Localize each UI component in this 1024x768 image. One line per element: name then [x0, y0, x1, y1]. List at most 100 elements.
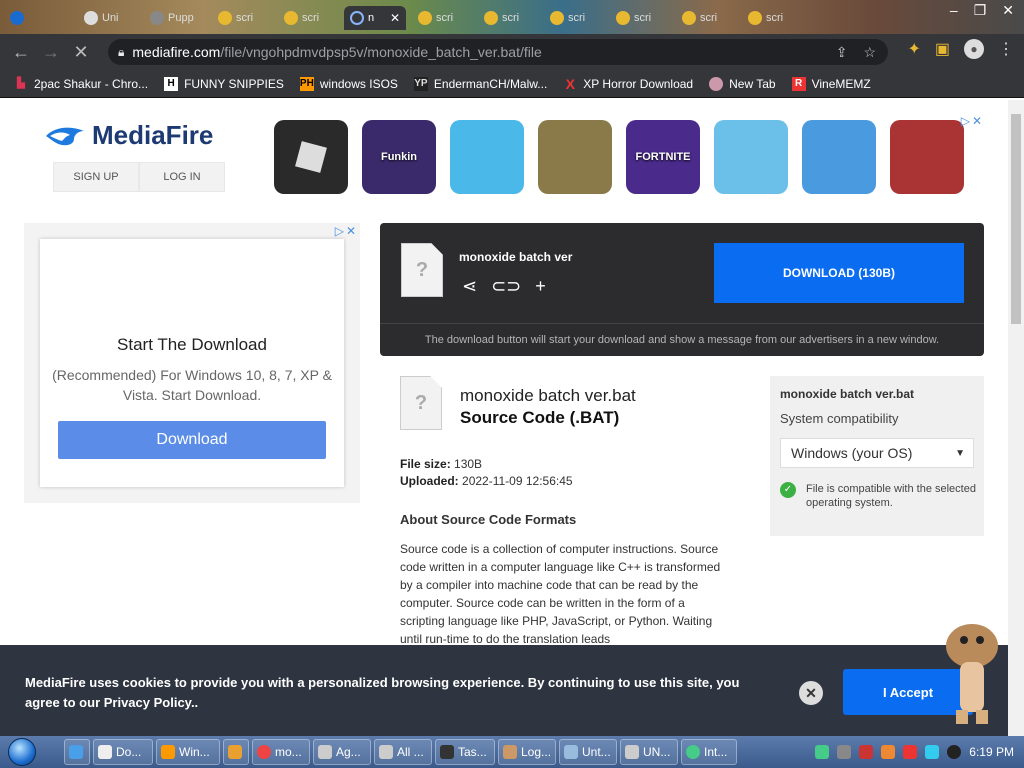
browser-tab[interactable] [4, 6, 44, 30]
bookmark-item[interactable]: New Tab [709, 76, 776, 91]
menu-kebab-icon[interactable]: ⋮ [998, 39, 1014, 59]
close-window-icon[interactable]: ✕ [1002, 2, 1014, 19]
tray-icon[interactable] [859, 745, 874, 759]
stop-button[interactable]: ✕ [66, 37, 96, 67]
ad-tile-subway[interactable] [802, 120, 876, 194]
browser-tab[interactable]: scri [544, 6, 606, 30]
ad-tile-toca[interactable] [450, 120, 524, 194]
clock[interactable]: 6:19 PM [969, 745, 1014, 759]
close-ad-icon[interactable]: ✕ [346, 224, 356, 240]
bookmark-item[interactable]: H FUNNY SNIPPIES [164, 76, 284, 91]
browser-tab[interactable]: scri [278, 6, 340, 30]
browser-tab[interactable]: scri [676, 6, 738, 30]
back-button[interactable]: ← [6, 37, 36, 67]
tab-label: scri [236, 12, 254, 24]
ad-tile-teacher[interactable] [890, 120, 964, 194]
cookie-close-button[interactable]: ✕ [799, 681, 823, 705]
system-tray: 6:19 PM [815, 745, 1024, 759]
sign-up-button[interactable]: SIGN UP [53, 162, 139, 192]
ad-tile-anime[interactable] [714, 120, 788, 194]
bookmark-item[interactable]: X XP Horror Download [563, 76, 694, 92]
taskbar-item[interactable]: Win... [156, 739, 220, 765]
ad-tile-label: Funkin [380, 151, 418, 163]
mediafire-logo[interactable]: MediaFire [44, 120, 213, 151]
tab-favicon-icon [484, 11, 498, 25]
tray-icon[interactable] [925, 745, 940, 759]
bookmark-item[interactable]: YP EndermanCH/Malw... [413, 76, 547, 91]
browser-tab[interactable]: Pupp [144, 6, 206, 30]
start-button[interactable] [0, 736, 44, 768]
tray-icon[interactable] [881, 745, 896, 759]
ad-tile-funkin[interactable]: Funkin [362, 120, 436, 194]
adchoices[interactable]: ▷ ✕ [950, 114, 982, 130]
log-in-button[interactable]: LOG IN [139, 162, 225, 192]
browser-tab[interactable]: Uni [78, 6, 140, 30]
taskbar-item[interactable]: Unt... [559, 739, 617, 765]
plus-icon[interactable]: + [535, 276, 546, 297]
bookmark-item[interactable]: PH windows ISOS [299, 76, 398, 91]
ad-download-button[interactable]: Download [58, 421, 326, 459]
taskbar-item[interactable]: Tas... [435, 739, 495, 765]
bookmark-item[interactable]: ▙ 2pac Shakur - Chro... [14, 77, 148, 91]
browser-tab[interactable]: scri [478, 6, 540, 30]
tray-icon[interactable] [837, 745, 852, 759]
taskbar-item[interactable]: Int... [681, 739, 737, 765]
ie-icon [69, 745, 83, 759]
minimize-icon[interactable]: – [950, 2, 958, 19]
ad-tile-freefire[interactable] [538, 120, 612, 194]
teamviewer-icon [10, 11, 24, 25]
browser-tab[interactable]: scri [610, 6, 672, 30]
taskbar-item[interactable] [64, 739, 90, 765]
sidepanel-icon[interactable]: ▣ [935, 39, 950, 59]
compat-title: monoxide batch ver.bat [780, 387, 915, 401]
page-scrollbar[interactable] [1008, 100, 1024, 736]
taskbar-label: All ... [397, 745, 424, 759]
tray-icon[interactable] [815, 745, 830, 759]
browser-tab[interactable]: scri [212, 6, 274, 30]
ad-tile-fortnite[interactable]: FORTNITE [626, 120, 700, 194]
extensions-icon[interactable]: ✦ [907, 39, 920, 59]
page-content: MediaFire SIGN UP LOG IN Funkin FORTNITE… [0, 100, 1008, 736]
browser-tab[interactable]: scri [742, 6, 804, 30]
close-tab-icon[interactable]: ✕ [390, 11, 400, 25]
taskbar-item[interactable]: UN... [620, 739, 678, 765]
taskbar-item[interactable]: Ag... [313, 739, 371, 765]
bookmark-label: XP Horror Download [583, 76, 694, 91]
bookmark-item[interactable]: R VineMEMZ [791, 76, 871, 91]
download-button[interactable]: DOWNLOAD (130B) [714, 243, 964, 303]
taskbar-label: Int... [704, 745, 728, 759]
address-bar[interactable]: 🔒︎ mediafire.com/file/vngohpdmvdpsp5v/mo… [108, 39, 888, 65]
lock-icon: 🔒︎ [118, 44, 125, 59]
browser-tab-active[interactable]: n ✕ [344, 6, 406, 30]
tab-favicon-icon [616, 11, 630, 25]
volume-icon[interactable] [947, 745, 962, 759]
compat-status: File is compatible with the selected ope… [806, 483, 976, 509]
share-icon[interactable]: ⋖ [462, 276, 477, 297]
taskbar-app-icon [98, 745, 112, 759]
scrollbar-thumb[interactable] [1011, 114, 1021, 324]
taskbar-item[interactable]: mo... [252, 739, 310, 765]
bookmark-label: New Tab [729, 76, 776, 91]
tab-label: scri [700, 12, 718, 24]
taskbar-item[interactable]: Log... [498, 739, 556, 765]
browser-tab[interactable]: scri [412, 6, 474, 30]
about-text: Source code is a collection of computer … [400, 542, 721, 646]
forward-button[interactable]: → [36, 37, 66, 67]
ad-text: (Recommended) For Windows 10, 8, 7, XP &… [52, 367, 332, 403]
star-icon[interactable]: ☆ [863, 44, 876, 61]
profile-avatar[interactable]: ● [964, 39, 984, 59]
taskbar-item[interactable] [223, 739, 249, 765]
adchoices[interactable]: ▷ ✕ [324, 224, 356, 240]
taskbar-item[interactable]: Do... [93, 739, 153, 765]
os-select[interactable]: Windows (your OS) ▼ [780, 438, 974, 468]
arrow-left-icon: ← [12, 41, 30, 62]
flag-icon[interactable] [903, 745, 918, 759]
restore-icon[interactable]: ❐ [974, 2, 987, 19]
url-host: mediafire.com [132, 44, 221, 60]
link-icon[interactable]: ⊂⊃ [491, 276, 521, 297]
window-controls: – ❐ ✕ [940, 0, 1024, 21]
ad-tile-roblox[interactable] [274, 120, 348, 194]
taskbar-item[interactable]: All ... [374, 739, 432, 765]
close-ad-icon[interactable]: ✕ [972, 114, 982, 130]
share-icon[interactable]: ⇪ [836, 44, 848, 61]
